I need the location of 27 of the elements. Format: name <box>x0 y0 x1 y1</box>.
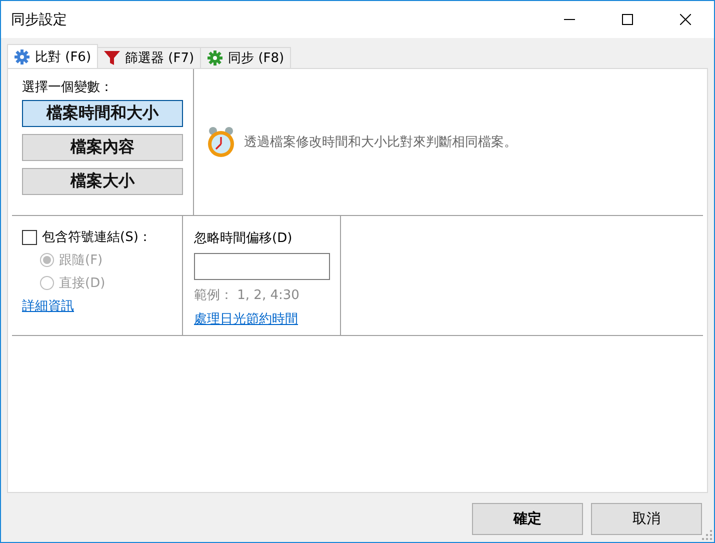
variant-label: 選擇一個變數： <box>22 79 114 96</box>
field-label: 忽略時間偏移(D) <box>194 230 292 247</box>
alarm-clock-icon <box>206 125 236 159</box>
close-icon <box>680 14 690 25</box>
description-text: 透過檔案修改時間和大小比對來判斷相同檔案。 <box>244 134 517 151</box>
tab[interactable]: 篩選器 (F7) <box>97 47 202 68</box>
filter-icon <box>104 50 120 66</box>
daylight-saving-link[interactable]: 處理日光節約時間 <box>194 310 298 328</box>
maximize-icon <box>622 14 632 25</box>
gear-icon <box>207 50 224 66</box>
tab[interactable]: 比對 (F6) <box>7 44 98 68</box>
variant-button[interactable]: 檔案內容 <box>22 134 183 161</box>
window-title: 同步設定 <box>10 10 68 28</box>
tab[interactable]: 同步 (F8) <box>200 47 292 68</box>
details-link[interactable]: 詳細資訊 <box>22 297 182 315</box>
input-field[interactable] <box>194 253 330 280</box>
resize-grip-icon <box>702 530 712 540</box>
example-text: 範例： 1, 2, 4:30 <box>194 287 300 304</box>
variant-button[interactable]: 檔案時間和大小 <box>22 100 183 127</box>
cancel-button[interactable]: 取消 <box>591 503 702 535</box>
checkbox[interactable] <box>22 230 37 244</box>
gear-icon <box>14 48 30 64</box>
checkbox-label: 包含符號連結(S)： <box>42 229 152 246</box>
radio-label: 跟隨(F) <box>59 252 103 269</box>
ok-button[interactable]: 確定 <box>472 503 583 535</box>
radio-label: 直接(D) <box>59 275 106 292</box>
variant-button[interactable]: 檔案大小 <box>22 168 183 195</box>
